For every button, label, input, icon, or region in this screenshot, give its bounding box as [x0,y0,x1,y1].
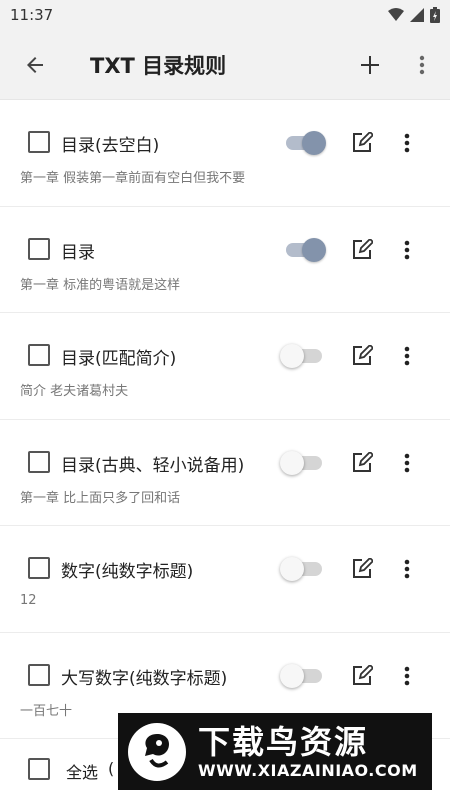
more-vert-icon [404,453,410,472]
arrow-back-icon [27,56,43,73]
page-title: TXT 目录规则 [90,53,227,78]
rule-enable-toggle[interactable] [280,450,330,476]
rule-checkbox[interactable] [28,237,50,260]
rule-more-button[interactable] [395,555,419,583]
rule-example: 第一章 假装第一章前面有空白但我不要 [20,171,246,186]
app-bar: TXT 目录规则 [0,30,450,100]
rule-name: 大写数字(纯数字标题) [61,668,228,689]
rule-name: 目录 [61,242,95,263]
edit-icon [353,451,373,472]
rule-example: 12 [20,593,37,608]
rule-enable-toggle[interactable] [280,556,330,582]
rule-more-button[interactable] [395,342,419,370]
rule-row[interactable]: 目录(古典、轻小说备用) 第一章 比上面只多了回和话 [0,420,450,526]
add-rule-button[interactable] [345,40,395,90]
rule-example: 简介 老夫诸葛村夫 [20,384,129,399]
more-vert-icon [404,240,410,259]
edit-icon [353,132,373,152]
edit-rule-button[interactable] [348,236,376,264]
rule-example: 一百七十 [20,703,73,719]
edit-rule-button[interactable] [348,555,376,583]
rule-name: 目录(古典、轻小说备用) [61,455,245,476]
rule-more-button[interactable] [395,236,419,264]
wifi-icon [388,8,404,21]
rule-more-button[interactable] [395,449,419,477]
edit-rule-button[interactable] [348,342,376,370]
watermark-logo [128,722,186,781]
select-count: ( [108,759,115,778]
edit-rule-button[interactable] [348,662,376,690]
watermark-title: 下载鸟资源 [198,723,369,761]
rule-checkbox[interactable] [28,663,50,686]
plus-icon [361,56,379,74]
battery-icon [430,7,440,23]
select-all-label[interactable]: 全选 [66,759,98,783]
rule-checkbox[interactable] [28,131,50,153]
bird-logo-icon [145,733,169,767]
rule-enable-toggle[interactable] [280,663,330,689]
watermark-url: WWW.XIAZAINIAO.COM [198,761,418,780]
rule-more-button[interactable] [395,129,419,157]
rule-name: 数字(纯数字标题) [61,562,194,582]
rule-checkbox[interactable] [28,450,50,473]
rule-example: 第一章 比上面只多了回和话 [20,490,181,506]
status-bar: 11:37 [0,0,450,30]
signal-icon [410,8,424,22]
rule-name: 目录(去空白) [61,136,160,156]
more-vert-icon [419,55,425,75]
rule-row[interactable]: 目录(去空白) 第一章 假装第一章前面有空白但我不要 [0,100,450,207]
edit-rule-button[interactable] [348,449,376,477]
rule-row[interactable]: 目录 第一章 标准的粤语就是这样 [0,207,450,313]
rule-checkbox[interactable] [28,557,50,579]
edit-icon [353,345,373,365]
rule-enable-toggle[interactable] [280,237,330,263]
rule-list: 目录(去空白) 第一章 假装第一章前面有空白但我不要 目录 第一章 标准的粤语就… [0,100,450,739]
rule-more-button[interactable] [395,662,419,690]
back-button[interactable] [0,30,70,100]
rule-row[interactable]: 数字(纯数字标题) 12 [0,526,450,633]
more-vert-icon [404,666,410,685]
overflow-menu-button[interactable] [400,40,444,90]
edit-rule-button[interactable] [348,129,376,157]
rule-enable-toggle[interactable] [280,130,330,156]
rule-enable-toggle[interactable] [280,343,330,369]
rule-checkbox[interactable] [28,344,50,366]
more-vert-icon [404,346,410,366]
status-time: 11:37 [10,6,54,24]
edit-icon [353,238,373,259]
more-vert-icon [404,133,410,153]
rule-example: 第一章 标准的粤语就是这样 [20,277,181,293]
select-all-checkbox[interactable] [28,758,50,780]
watermark-banner: 下载鸟资源 WWW.XIAZAINIAO.COM [118,713,432,790]
rule-name: 目录(匹配简介) [61,349,177,369]
status-icons [388,7,440,23]
edit-icon [353,558,373,578]
more-vert-icon [404,559,410,579]
rule-row[interactable]: 目录(匹配简介) 简介 老夫诸葛村夫 [0,313,450,420]
edit-icon [353,664,373,685]
